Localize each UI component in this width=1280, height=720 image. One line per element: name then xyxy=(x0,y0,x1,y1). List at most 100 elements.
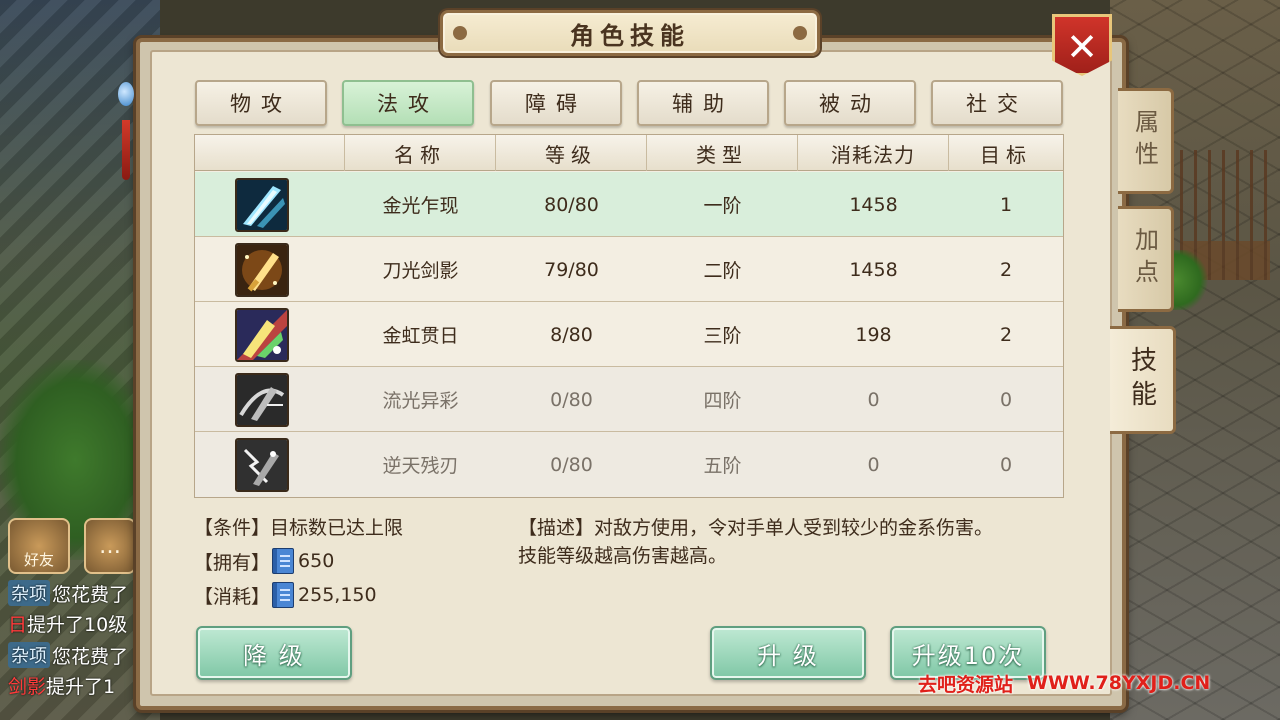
skill-name: 流光异彩 xyxy=(382,390,459,412)
side-tab-attributes[interactable]: 属性 xyxy=(1118,88,1174,194)
skill-name: 刀光剑影 xyxy=(382,260,459,282)
cost-value: 255,150 xyxy=(298,584,377,606)
skill-type: 一阶 xyxy=(703,195,742,217)
skill-target: 0 xyxy=(999,388,1013,411)
skill-mana-cost: 0 xyxy=(867,388,880,411)
plaque-rivet-icon xyxy=(453,26,467,40)
skill-type: 四阶 xyxy=(703,390,742,412)
skill-name: 逆天残刃 xyxy=(382,455,459,477)
watermark-left: 去吧资源站 xyxy=(918,673,1014,696)
header-level: 等级 xyxy=(496,135,647,171)
owned-value: 650 xyxy=(298,550,335,572)
owned-label: 【拥有】 xyxy=(194,551,271,574)
chat-line: 杂项 您花费了 xyxy=(8,642,136,668)
skill-level: 80/80 xyxy=(544,193,599,216)
header-icon-col xyxy=(195,135,345,171)
plaque-rivet-icon xyxy=(793,26,807,40)
skill-level: 0/80 xyxy=(550,453,593,476)
description-text: 技能等级越高伤害越高。 xyxy=(518,544,728,567)
table-row[interactable]: 流光异彩 0/80 四阶 0 0 xyxy=(195,367,1063,432)
skill-target: 2 xyxy=(999,258,1013,281)
page-title: 角色技能 xyxy=(570,21,690,50)
tab-physical-attack[interactable]: 物攻 xyxy=(195,80,327,126)
downgrade-button[interactable]: 降 级 xyxy=(196,626,352,680)
table-row[interactable]: 金虹贯日 8/80 三阶 198 2 xyxy=(195,302,1063,367)
skill-level: 8/80 xyxy=(550,323,593,346)
condition-label: 【条件】 xyxy=(194,516,271,539)
blade-rainbow-icon xyxy=(235,308,289,362)
blade-blue-icon xyxy=(235,178,289,232)
tab-passive[interactable]: 被动 xyxy=(784,80,916,126)
skill-level: 0/80 xyxy=(550,388,593,411)
condition-info: 【条件】 目标数已达上限 xyxy=(194,512,403,540)
cost-info: 【消耗】 255,150 xyxy=(194,580,377,610)
chat-bubble-button[interactable]: … xyxy=(84,518,136,574)
header-target: 目标 xyxy=(980,142,1032,167)
chat-text: 您花费了 xyxy=(52,645,129,668)
skill-mana-cost: 1458 xyxy=(849,258,898,281)
description-text: 对敌方使用，令对手单人受到较少的金系伤害。 xyxy=(594,516,994,539)
skill-mana-cost: 1458 xyxy=(849,193,898,216)
panel-ornament xyxy=(116,60,136,190)
skill-table: 名称 等级 类型 消耗法力 目标 金光乍现 80/80 一阶 1458 1 刀光… xyxy=(194,134,1064,498)
description-line-1: 【描述】 对敌方使用，令对手单人受到较少的金系伤害。 xyxy=(518,512,993,540)
title-plaque: 角色技能 xyxy=(440,10,820,56)
side-tab-points[interactable]: 加点 xyxy=(1118,206,1174,312)
description-line-2: 技能等级越高伤害越高。 xyxy=(518,540,727,568)
friend-label: 好友 xyxy=(23,551,54,569)
skill-book-icon xyxy=(272,548,295,574)
skill-book-icon xyxy=(272,582,295,608)
tab-support[interactable]: 辅助 xyxy=(637,80,769,126)
skill-mana-cost: 198 xyxy=(855,323,892,346)
watermark-url: WWW.78YXJD.CN xyxy=(1027,672,1211,694)
header-type: 类型 xyxy=(647,135,798,171)
tab-magic-attack[interactable]: 法攻 xyxy=(342,80,474,126)
skill-type: 三阶 xyxy=(703,325,742,347)
owned-info: 【拥有】 650 xyxy=(194,546,334,576)
blade-lightning-icon xyxy=(235,438,289,492)
upgrade-button[interactable]: 升 级 xyxy=(710,626,866,680)
tab-social[interactable]: 社交 xyxy=(931,80,1063,126)
chat-bubble-icon: … xyxy=(99,533,121,559)
skill-name: 金光乍现 xyxy=(382,195,459,217)
table-row[interactable]: 金光乍现 80/80 一阶 1458 1 xyxy=(195,172,1063,237)
chat-text: 提升了1 xyxy=(46,675,116,698)
cost-label: 【消耗】 xyxy=(194,585,271,608)
skill-level: 79/80 xyxy=(544,258,599,281)
side-tab-label: 属性 xyxy=(1130,109,1159,173)
tab-obstacle[interactable]: 障碍 xyxy=(490,80,622,126)
chat-highlight: 剑影 xyxy=(8,675,47,698)
skill-mana-cost: 0 xyxy=(867,453,880,476)
chat-line: 杂项 您花费了 xyxy=(8,580,136,606)
chat-highlight: 日 xyxy=(8,613,28,636)
chat-tag: 杂项 xyxy=(8,642,50,668)
jade-bead-icon xyxy=(118,82,134,106)
header-name: 名称 xyxy=(345,135,496,171)
skill-type: 二阶 xyxy=(703,260,742,282)
chat-tag: 杂项 xyxy=(8,580,50,606)
description-label: 【描述】 xyxy=(518,516,595,539)
tassel-icon xyxy=(122,120,130,180)
chat-line: 日提升了10级 xyxy=(8,610,136,636)
blade-gray-icon xyxy=(235,373,289,427)
side-tab-label: 技能 xyxy=(1126,346,1157,414)
chat-line: 剑影 提升了1 xyxy=(8,672,136,698)
skill-target: 0 xyxy=(999,453,1013,476)
table-row[interactable]: 刀光剑影 79/80 二阶 1458 2 xyxy=(195,237,1063,302)
condition-value: 目标数已达上限 xyxy=(270,516,404,539)
table-header: 名称 等级 类型 消耗法力 目标 xyxy=(195,135,1063,171)
skill-target: 2 xyxy=(999,323,1013,346)
watermark: 去吧资源站 WWW.78YXJD.CN xyxy=(918,671,1211,696)
chat-text: 您花费了 xyxy=(52,583,129,606)
header-mana-cost: 消耗法力 xyxy=(798,135,949,171)
skill-name: 金虹贯日 xyxy=(382,325,459,347)
side-tab-label: 加点 xyxy=(1130,227,1159,291)
skill-type: 五阶 xyxy=(703,455,742,477)
side-tab-skills[interactable]: 技能 xyxy=(1110,326,1176,434)
friend-button[interactable]: 好友 xyxy=(8,518,70,574)
chat-text: 提升了10级 xyxy=(27,613,128,636)
blade-gold-icon xyxy=(235,243,289,297)
table-row[interactable]: 逆天残刃 0/80 五阶 0 0 xyxy=(195,432,1063,497)
skill-target: 1 xyxy=(999,193,1013,216)
close-icon: ✕ xyxy=(1066,25,1098,69)
